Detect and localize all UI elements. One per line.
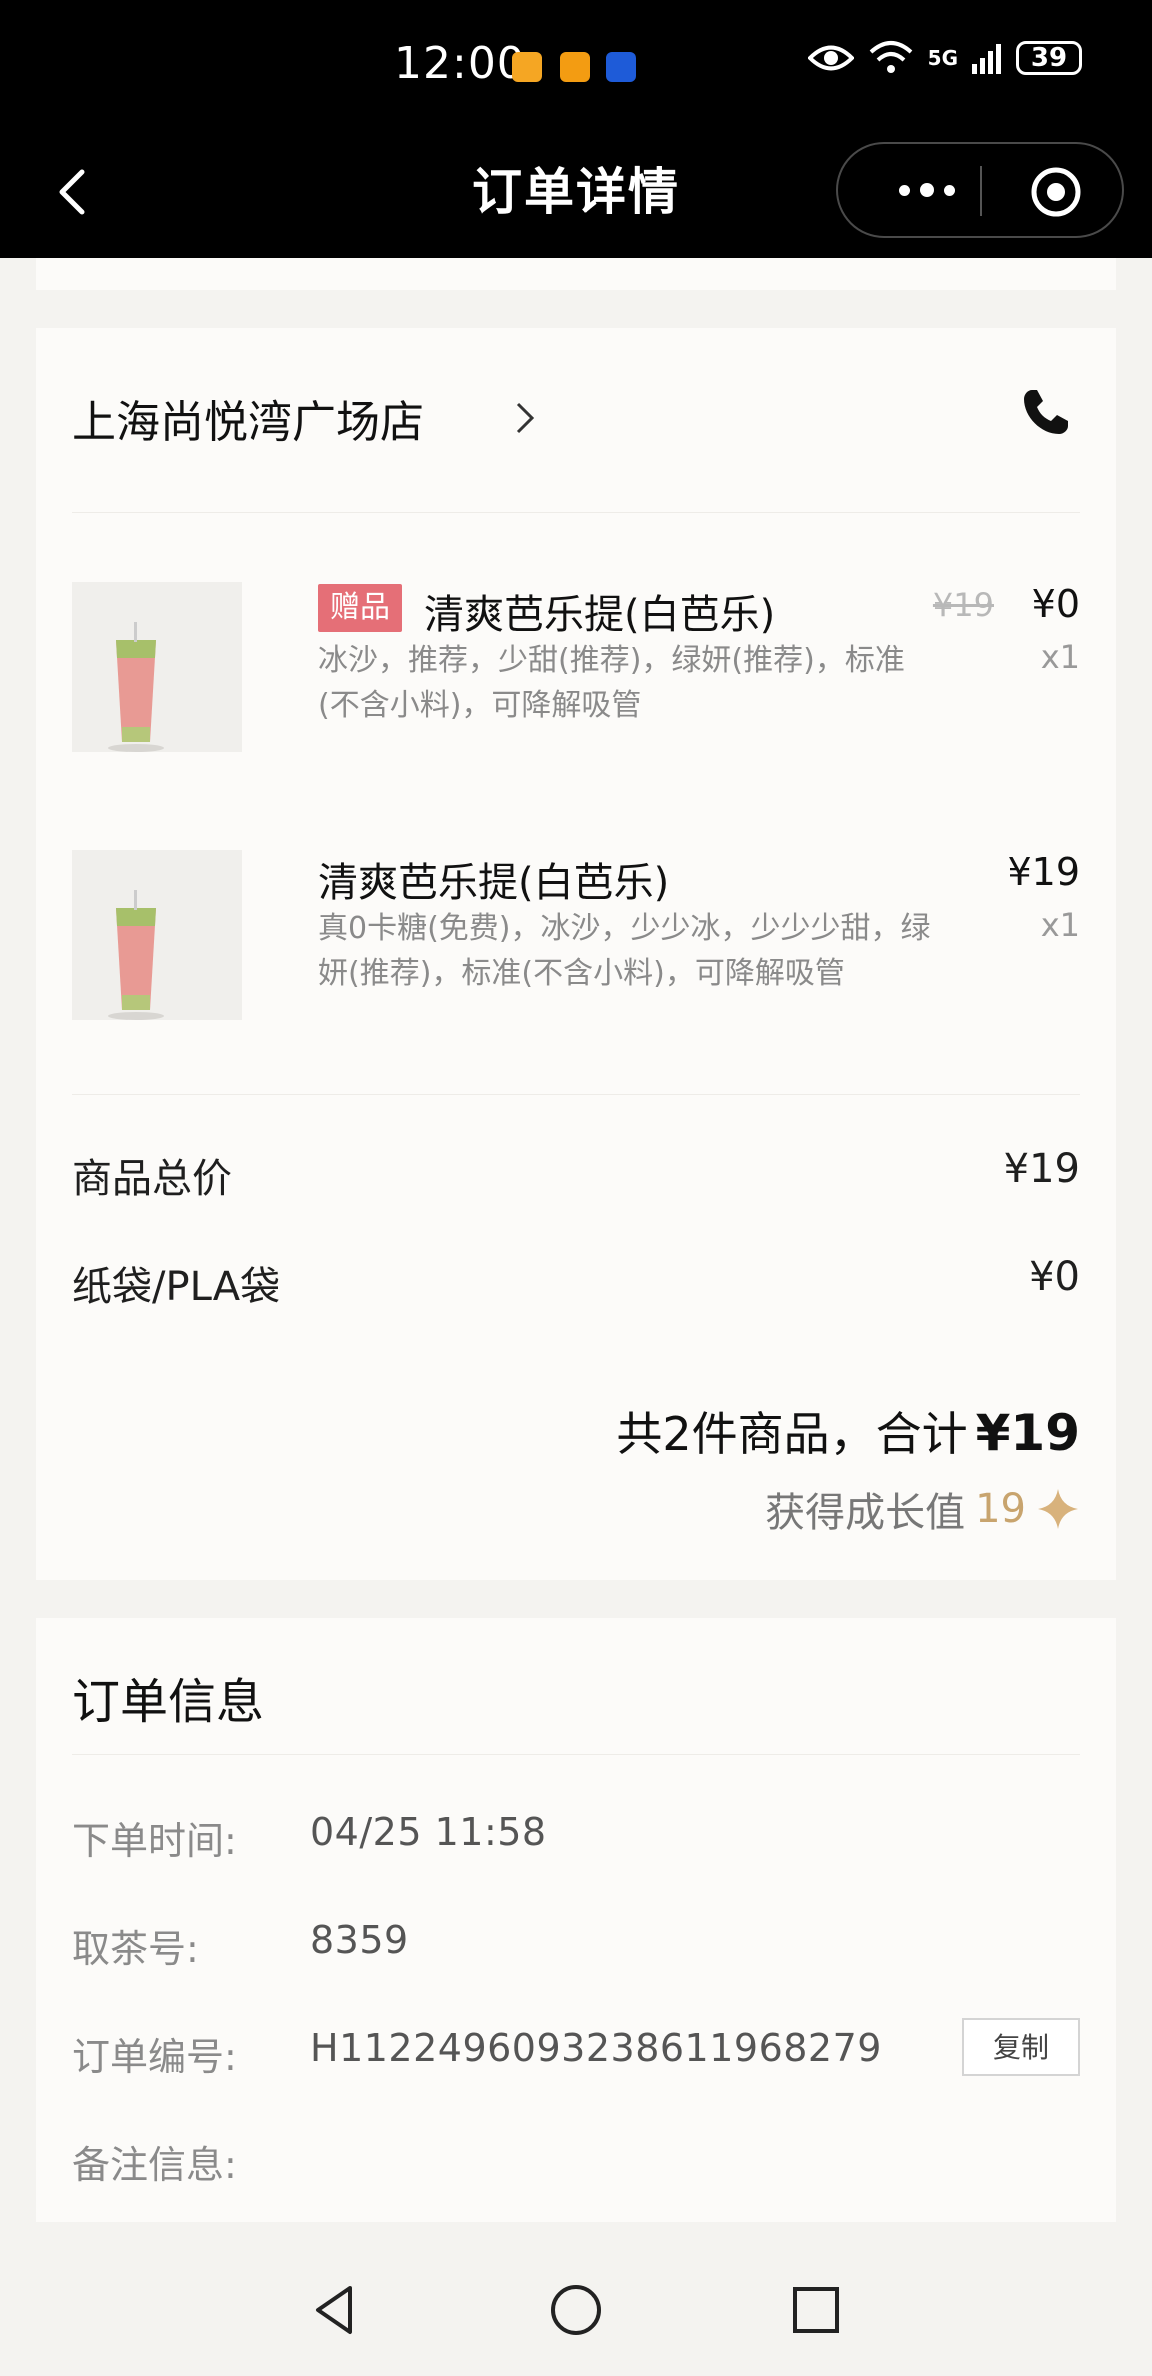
capsule-divider bbox=[980, 166, 982, 216]
bag-fee-row: 纸袋/PLA袋 ¥0 bbox=[72, 1254, 1080, 1314]
back-triangle-icon[interactable] bbox=[306, 2280, 366, 2340]
sparkle-icon bbox=[1038, 1489, 1078, 1529]
weibo-icon bbox=[512, 52, 542, 82]
more-dot-icon bbox=[899, 184, 910, 196]
product-image bbox=[72, 582, 242, 752]
item-name: 清爽芭乐提(白芭乐) bbox=[424, 592, 776, 638]
item-quantity: x1 bbox=[1040, 906, 1080, 944]
list-item[interactable]: 赠品 清爽芭乐提(白芭乐) 冰沙，推荐，少甜(推荐)，绿妍(推荐)，标准(不含小… bbox=[72, 582, 1080, 782]
system-nav-bar bbox=[0, 2246, 1152, 2376]
goods-total-value: ¥19 bbox=[1003, 1146, 1080, 1192]
item-name: 清爽芭乐提(白芭乐) bbox=[318, 860, 670, 906]
more-dot-icon bbox=[920, 183, 934, 197]
store-header[interactable]: 上海尚悦湾广场店 bbox=[72, 378, 1080, 448]
item-options: 冰沙，推荐，少甜(推荐)，绿妍(推荐)，标准(不含小料)，可降解吸管 bbox=[318, 643, 905, 723]
item-price: ¥0 bbox=[1031, 582, 1080, 626]
store-name[interactable]: 上海尚悦湾广场店 bbox=[72, 386, 424, 450]
drink-cup-icon bbox=[108, 622, 164, 752]
miniapp-capsule bbox=[836, 142, 1124, 238]
growth-points: 获得成长值 19 bbox=[765, 1480, 1080, 1538]
wifi-icon bbox=[869, 41, 912, 73]
recents-square-icon[interactable] bbox=[786, 2280, 846, 2340]
divider bbox=[72, 512, 1080, 513]
phone-icon[interactable] bbox=[1018, 384, 1074, 440]
remark-row: 备注信息: bbox=[72, 2134, 1080, 2190]
app-notification-icon bbox=[560, 52, 590, 82]
list-item[interactable]: 清爽芭乐提(白芭乐) 真0卡糖(免费)，冰沙，少少冰，少少少甜，绿妍(推荐)，标… bbox=[72, 850, 1080, 1050]
original-price: ¥19 bbox=[932, 586, 994, 624]
order-time-value: 04/25 11:58 bbox=[310, 1810, 547, 1854]
network-type: 5G bbox=[927, 46, 958, 70]
remark-label: 备注信息: bbox=[72, 2143, 237, 2187]
bag-fee-label: 纸袋/PLA袋 bbox=[72, 1264, 281, 1310]
goods-total-label: 商品总价 bbox=[72, 1156, 232, 1202]
goods-total-row: 商品总价 ¥19 bbox=[72, 1146, 1080, 1206]
pickup-number-label: 取茶号: bbox=[72, 1927, 199, 1971]
order-items-card: 上海尚悦湾广场店 赠品 清爽芭乐提(白芭乐) 冰沙，推荐，少甜(推荐)，绿妍(推… bbox=[36, 328, 1116, 1580]
order-time-label: 下单时间: bbox=[72, 1819, 237, 1863]
signal-icon bbox=[972, 44, 1001, 74]
order-info-title: 订单信息 bbox=[72, 1674, 265, 1730]
bag-fee-value: ¥0 bbox=[1029, 1254, 1080, 1300]
order-time-row: 下单时间: 04/25 11:58 bbox=[72, 1810, 1080, 1866]
growth-label: 获得成长值 bbox=[765, 1490, 966, 1536]
order-total: 共2件商品，合计 ¥19 bbox=[616, 1398, 1080, 1464]
battery-level: 39 bbox=[1030, 43, 1068, 73]
item-options: 真0卡糖(免费)，冰沙，少少冰，少少少甜，绿妍(推荐)，标准(不含小料)，可降解… bbox=[318, 911, 931, 991]
nav-bar: 订单详情 bbox=[0, 132, 1152, 258]
copy-button[interactable]: 复制 bbox=[962, 2018, 1080, 2076]
pickup-number-value: 8359 bbox=[310, 1918, 409, 1962]
divider bbox=[72, 1094, 1080, 1095]
total-amount: ¥19 bbox=[975, 1404, 1080, 1462]
product-image bbox=[72, 850, 242, 1020]
eye-icon bbox=[807, 45, 854, 71]
divider bbox=[72, 1754, 1080, 1755]
total-prefix: 共2件商品，合计 bbox=[616, 1407, 968, 1461]
order-number-label: 订单编号: bbox=[72, 2035, 237, 2079]
close-miniapp-icon[interactable] bbox=[1030, 166, 1082, 218]
chevron-right-icon bbox=[516, 402, 535, 434]
pickup-number-row: 取茶号: 8359 bbox=[72, 1918, 1080, 1974]
more-button[interactable] bbox=[882, 168, 972, 212]
bulb-notification-icon bbox=[606, 52, 636, 82]
order-number-value: H112249609323861196827​9 bbox=[310, 2026, 882, 2070]
item-quantity: x1 bbox=[1040, 638, 1080, 676]
drink-cup-icon bbox=[108, 890, 164, 1020]
home-circle-icon[interactable] bbox=[546, 2280, 606, 2340]
battery-icon: 39 bbox=[1016, 41, 1082, 75]
order-info-card: 订单信息 下单时间: 04/25 11:58 取茶号: 8359 订单编号: H… bbox=[36, 1618, 1116, 2222]
order-number-row: 订单编号: H112249609323861196827​9 复制 bbox=[72, 2018, 1080, 2082]
growth-value: 19 bbox=[975, 1486, 1026, 1532]
status-icons: 5G 39 bbox=[807, 40, 1082, 76]
item-price: ¥19 bbox=[1007, 850, 1080, 894]
previous-card-remnant bbox=[36, 258, 1116, 290]
status-bar: 12:00 5G 39 bbox=[0, 0, 1152, 132]
more-dot-icon bbox=[944, 184, 955, 196]
gift-badge: 赠品 bbox=[318, 584, 402, 632]
clock: 12:00 bbox=[394, 38, 526, 89]
